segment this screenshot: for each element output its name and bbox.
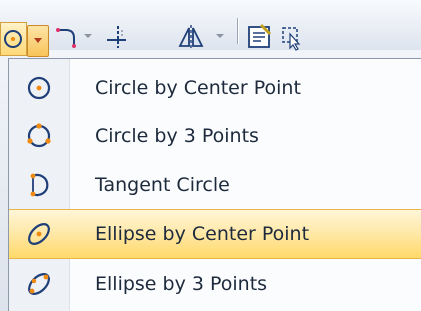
arc-tool-button[interactable] <box>54 24 80 52</box>
ellipse-3-points-icon <box>24 269 54 299</box>
ellipse-center-point-icon <box>24 219 54 249</box>
arc-icon <box>56 28 76 48</box>
menu-item-ellipse-center-point[interactable]: Ellipse by Center Point <box>9 209 421 259</box>
menu-item-label: Ellipse by 3 Points <box>95 273 268 295</box>
circle-type-menu: Circle by Center Point Circle by 3 Point… <box>8 58 421 311</box>
select-tool-button[interactable] <box>280 22 302 52</box>
tangent-circle-icon <box>24 170 54 200</box>
circle-center-icon <box>4 30 22 48</box>
sketch-properties-button[interactable] <box>244 22 274 52</box>
toolbar-separator <box>237 18 238 44</box>
sketch-properties-icon <box>248 23 272 48</box>
select-icon <box>282 27 301 51</box>
menu-item-label: Ellipse by Center Point <box>95 223 310 245</box>
mirror-dropdown-arrow-icon[interactable] <box>216 34 224 38</box>
arc-dropdown-arrow-icon[interactable] <box>84 34 92 38</box>
menu-item-ellipse-3-points[interactable]: Ellipse by 3 Points <box>9 259 421 309</box>
line-tool-icon <box>107 26 126 48</box>
mirror-tool-button[interactable] <box>176 22 206 52</box>
line-tool-button[interactable] <box>104 22 132 52</box>
menu-item-circle-center-point[interactable]: Circle by Center Point <box>9 63 421 113</box>
circle-3-points-icon <box>24 121 54 151</box>
circle-tool-dropdown-button[interactable] <box>27 25 49 57</box>
circle-center-point-icon <box>24 73 54 103</box>
menu-item-label: Tangent Circle <box>95 174 230 196</box>
menu-item-label: Circle by 3 Points <box>95 125 259 147</box>
dropdown-arrow-icon <box>34 38 42 43</box>
menu-item-tangent-circle[interactable]: Tangent Circle <box>9 160 421 210</box>
mirror-icon <box>178 25 204 49</box>
ribbon-toolbar <box>0 0 421 57</box>
menu-item-circle-3-points[interactable]: Circle by 3 Points <box>9 111 421 161</box>
menu-item-label: Circle by Center Point <box>95 77 301 99</box>
app-window: Circle by Center Point Circle by 3 Point… <box>0 0 421 311</box>
circle-tool-button[interactable] <box>0 22 27 56</box>
